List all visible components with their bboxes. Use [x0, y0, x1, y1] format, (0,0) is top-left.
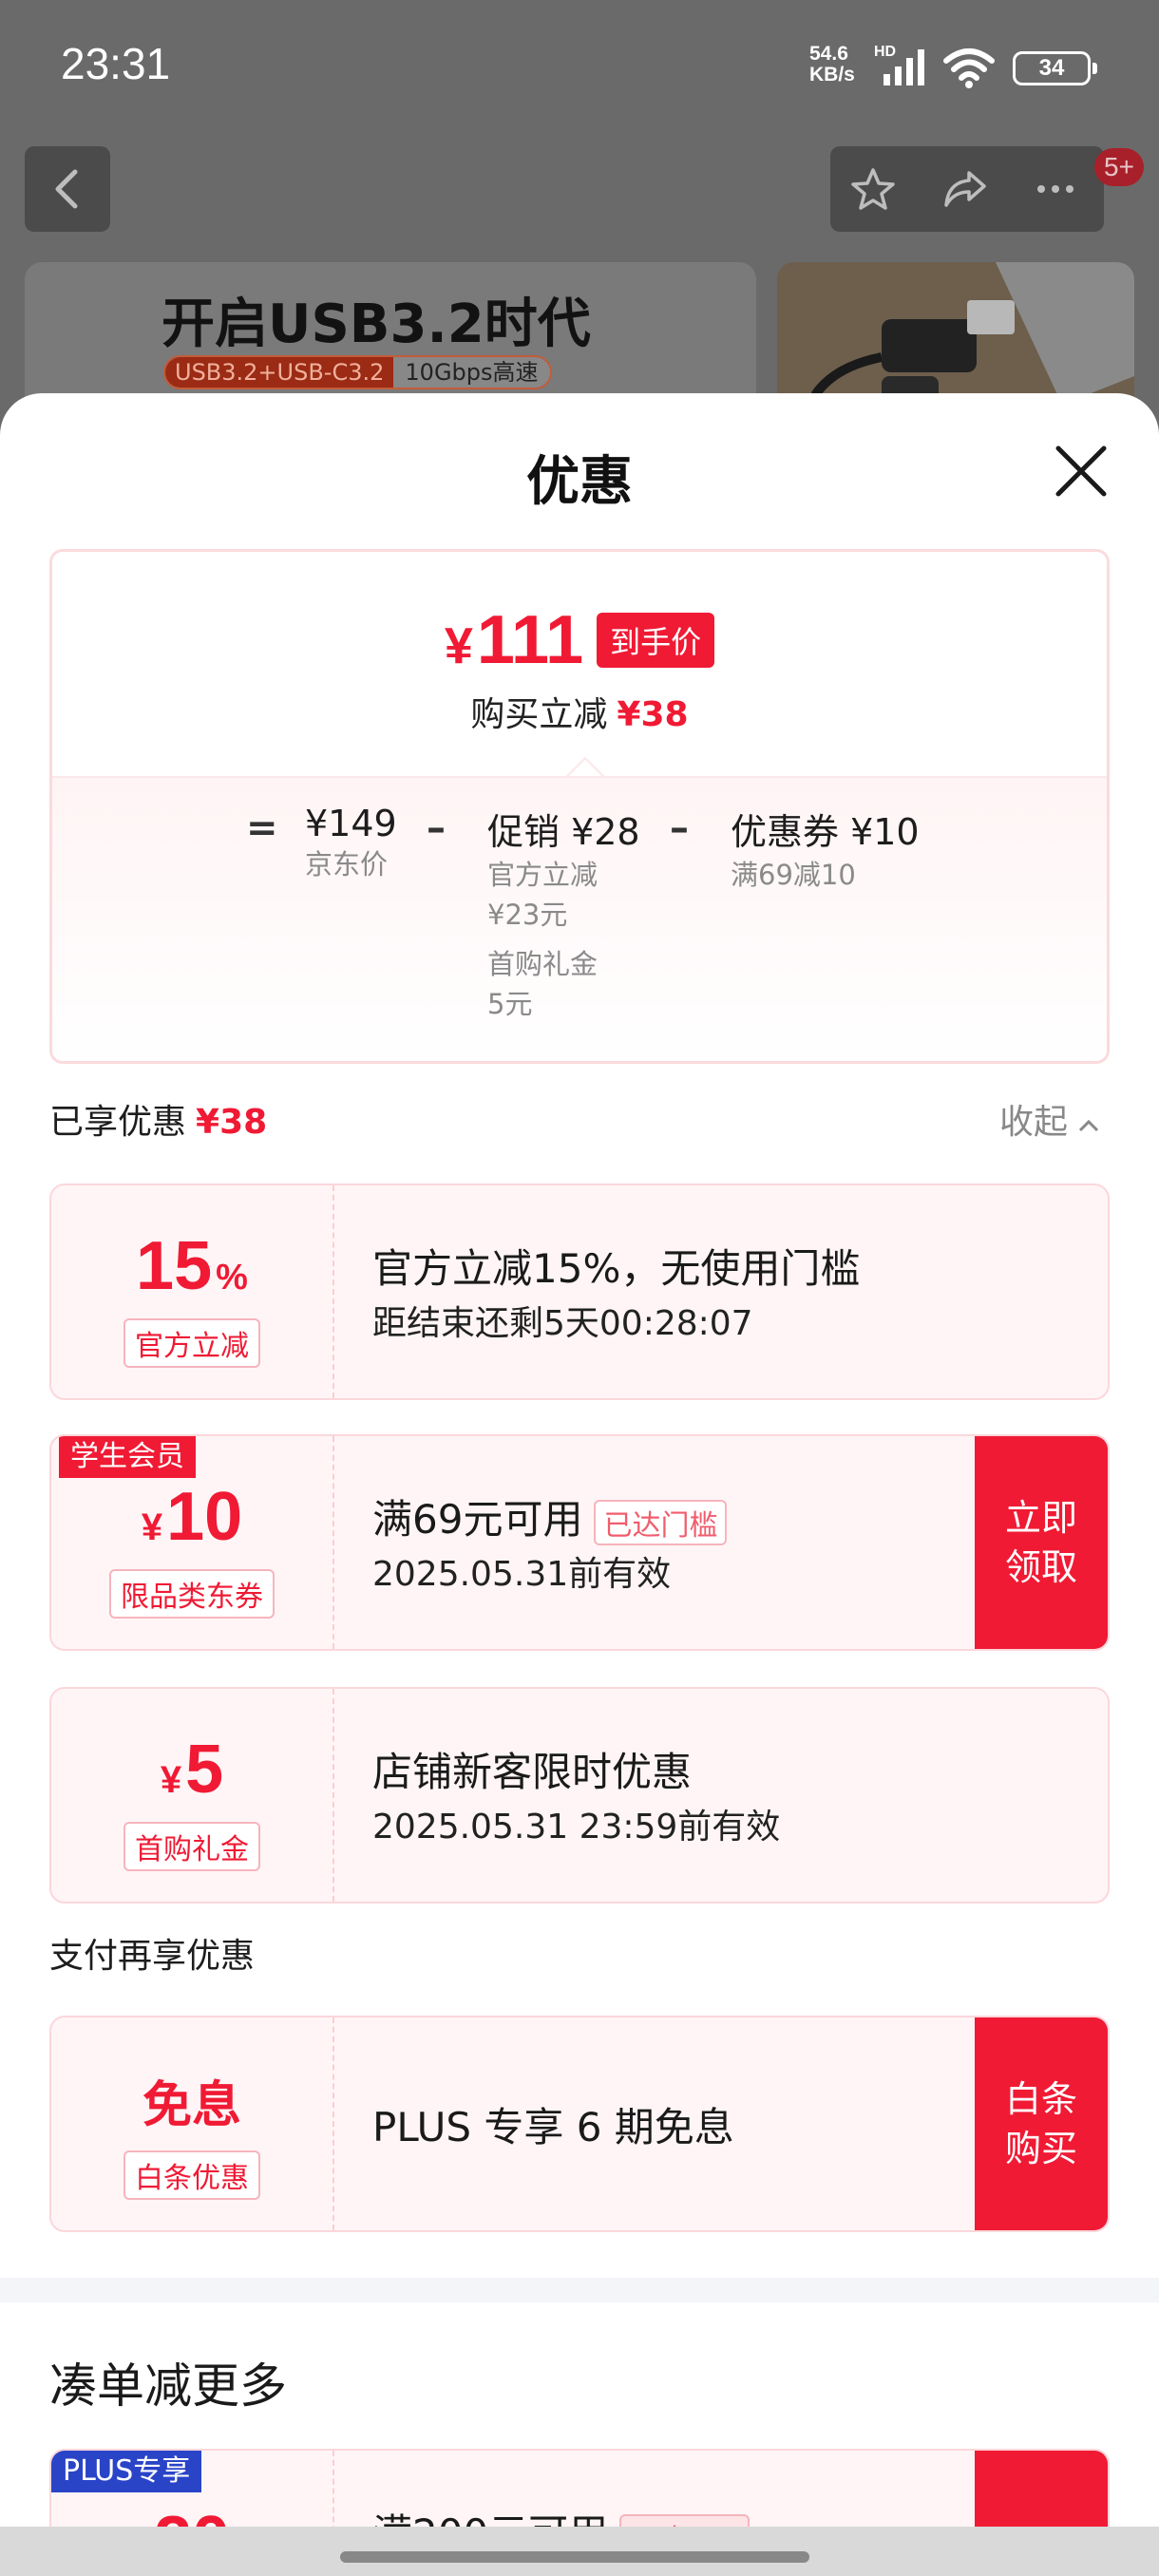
minus-sign: –: [427, 806, 446, 850]
jd-price-label: 京东价: [305, 848, 389, 881]
enjoyed-amount: ¥38: [196, 1103, 268, 1142]
back-button[interactable]: [25, 146, 110, 232]
payment-label: 支付再享优惠: [49, 1937, 256, 1976]
card-title: PLUS 专享 6 期免息: [372, 2104, 734, 2150]
star-icon[interactable]: [849, 167, 897, 211]
currency-symbol: ¥: [444, 617, 473, 674]
collapse-label: 收起: [999, 1103, 1069, 1142]
threshold-badge: 已达门槛: [594, 1499, 728, 1545]
summary-top: ¥111 到手价 购买立减 ¥38: [52, 552, 1107, 776]
promo-block: 促销 ¥28 官方立减 ¥23元 首购礼金 5元: [487, 803, 640, 1024]
discount-card-official[interactable]: 15% 官方立减 官方立减15%，无使用门槛 距结束还剩5天00:28:07: [49, 1184, 1110, 1400]
card-value: 免息: [142, 2077, 241, 2134]
card-value-number: 15: [136, 1228, 213, 1304]
more-deals-title: 凑单减更多: [49, 2358, 287, 2414]
card-left: 免息 白条优惠: [51, 2017, 334, 2230]
card-value: 15%: [51, 1227, 332, 1305]
card-yen: ¥: [160, 1759, 182, 1801]
reduce-amount: ¥38: [617, 695, 689, 734]
final-price-value: 111: [476, 602, 584, 678]
card-yen: ¥: [141, 1506, 163, 1548]
discount-card-coupon[interactable]: 学生会员 ¥10 限品类东券 满69元可用 已达门槛 2025.05.31前有效 …: [49, 1434, 1110, 1651]
net-speed: 54.6 KB/s: [809, 44, 855, 85]
promo-amount: 促销 ¥28: [487, 811, 640, 853]
card-left: ¥5 首购礼金: [51, 1689, 334, 1902]
price-summary: ¥111 到手价 购买立减 ¥38 = ¥149 京东价 – 促销 ¥28 官方立…: [49, 549, 1110, 1064]
banner-tag-speed: 10Gbps高速: [393, 357, 550, 388]
card-title: 官方立减15%，无使用门槛: [372, 1245, 861, 1292]
card-countdown: 距结束还剩5天00:28:07: [372, 1304, 753, 1343]
plus-exclusive-tag: PLUS专享: [51, 2451, 202, 2492]
card-value: ¥5: [51, 1731, 332, 1809]
claim-button-label: 立即 领取: [1004, 1497, 1077, 1588]
nav-actions: [830, 146, 1104, 232]
enjoyed-label: 已享优惠 ¥38: [49, 1094, 267, 1144]
card-value-unit: %: [216, 1258, 248, 1297]
card-title: 满69元可用: [372, 1496, 583, 1543]
card-tag: 官方立减: [124, 1318, 260, 1368]
wifi-icon: [943, 48, 995, 88]
final-price-tag: 到手价: [597, 613, 715, 668]
claim-button[interactable]: 立即 领取: [975, 1436, 1108, 1649]
battery-icon: 34: [1013, 51, 1097, 85]
share-icon[interactable]: [940, 167, 988, 211]
card-validity: 2025.05.31 23:59前有效: [372, 1808, 781, 1847]
section-divider: [0, 2278, 1159, 2302]
sheet-title: 优惠: [526, 451, 633, 513]
promo-detail-1-amount: ¥23元: [487, 899, 568, 931]
coupon-amount: 优惠券 ¥10: [731, 811, 920, 853]
net-speed-value: 54.6: [809, 43, 848, 65]
notification-badge: 5+: [1094, 148, 1144, 186]
minus-sign-2: –: [670, 806, 689, 850]
card-tag: 白条优惠: [124, 2150, 260, 2200]
chevron-up-icon: [1077, 1103, 1100, 1142]
equals-sign: =: [246, 806, 278, 850]
close-icon[interactable]: [1051, 441, 1112, 502]
card-value-number: 10: [166, 1479, 243, 1555]
net-speed-unit: KB/s: [809, 64, 855, 85]
jd-price-block: ¥149 京东价: [305, 803, 397, 884]
promo-detail-2-amount: 5元: [487, 988, 533, 1020]
card-left: 15% 官方立减: [51, 1185, 334, 1398]
status-bar: 23:31 54.6 KB/s HD 34: [0, 0, 1159, 133]
coupon-detail: 满69减10: [731, 859, 856, 891]
more-icon[interactable]: [1032, 167, 1079, 211]
card-validity: 2025.05.31前有效: [372, 1555, 672, 1594]
card-tag: 限品类东券: [109, 1569, 275, 1619]
promo-detail-2: 首购礼金: [487, 948, 598, 980]
baitiao-buy-label: 白条 购买: [1004, 2078, 1077, 2169]
home-indicator[interactable]: [340, 2551, 809, 2563]
coupon-block: 优惠券 ¥10 满69减10: [731, 803, 920, 895]
reduce-row: 购买立减 ¥38: [52, 687, 1107, 736]
card-value: ¥10: [51, 1478, 332, 1556]
discount-card-gift[interactable]: ¥5 首购礼金 店铺新客限时优惠 2025.05.31 23:59前有效: [49, 1687, 1110, 1904]
student-member-tag: 学生会员: [59, 1436, 196, 1478]
card-left: 学生会员 ¥10 限品类东券: [51, 1436, 334, 1649]
jd-price: ¥149: [305, 803, 397, 844]
discount-sheet: 优惠 ¥111 到手价 购买立减 ¥38 = ¥149 京东价 – 促销 ¥28 …: [0, 393, 1159, 2576]
banner-tag-usb: USB3.2+USB-C3.2: [165, 357, 394, 388]
baitiao-buy-button[interactable]: 白条 购买: [975, 2017, 1108, 2230]
card-title-row: 满69元可用 已达门槛: [372, 1487, 728, 1545]
card-title: 店铺新客限时优惠: [372, 1749, 693, 1795]
reduce-label: 购买立减: [470, 695, 608, 734]
chevron-left-icon: [55, 169, 78, 209]
banner-tagline: USB3.2+USB-C3.2 10Gbps高速: [163, 355, 552, 389]
final-price: ¥111: [445, 601, 583, 679]
status-time: 23:31: [61, 39, 171, 88]
signal-icon: [884, 49, 924, 85]
card-tag: 首购礼金: [124, 1822, 260, 1871]
promo-detail-1: 官方立减: [487, 859, 598, 891]
enjoyed-label-text: 已享优惠: [49, 1103, 187, 1142]
payment-card[interactable]: 免息 白条优惠 PLUS 专享 6 期免息 白条 购买: [49, 2016, 1110, 2232]
card-value-number: 5: [185, 1732, 224, 1808]
banner-title: 开启USB3.2时代: [162, 294, 591, 355]
final-price-row: ¥111 到手价: [52, 601, 1107, 679]
collapse-toggle[interactable]: 收起: [999, 1094, 1100, 1144]
